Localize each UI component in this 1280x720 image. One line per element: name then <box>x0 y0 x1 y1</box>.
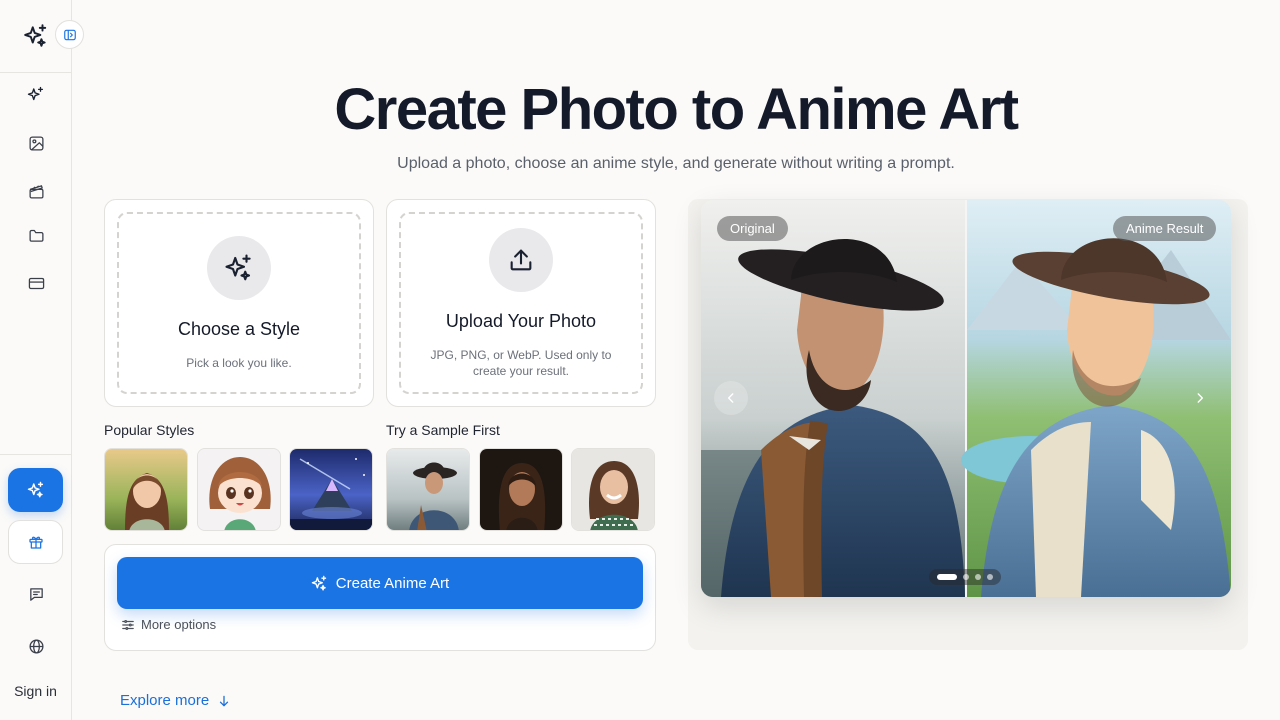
nav-language-icon[interactable] <box>24 634 48 658</box>
sidebar-create-button[interactable] <box>8 468 63 512</box>
upload-dropzone: Upload Your Photo JPG, PNG, or WebP. Use… <box>399 212 643 394</box>
sparkles-circle <box>207 236 271 300</box>
sidebar-gift-button[interactable] <box>8 520 63 564</box>
prev-slide-button[interactable] <box>714 381 748 415</box>
slide-dot[interactable] <box>987 574 993 580</box>
slide-dot[interactable] <box>963 574 969 580</box>
style-thumb-fantasy[interactable] <box>289 448 373 531</box>
more-options-toggle[interactable]: More options <box>121 617 216 632</box>
choose-style-title: Choose a Style <box>177 319 301 339</box>
upload-desc: JPG, PNG, or WebP. Used only to create y… <box>430 348 612 378</box>
more-options-label: More options <box>141 617 217 632</box>
sample-thumb-cowboy[interactable] <box>386 448 470 531</box>
nav-feedback-icon[interactable] <box>24 582 48 606</box>
action-card: Create Anime Art More options <box>104 544 656 651</box>
nav-video-icon[interactable] <box>24 179 48 203</box>
original-label: Original <box>717 216 788 241</box>
sparkles-icon <box>225 254 251 281</box>
upload-circle <box>489 228 553 292</box>
nav-billing-icon[interactable] <box>24 271 48 295</box>
sidebar-divider <box>0 454 71 455</box>
upload-title: Upload Your Photo <box>445 311 597 331</box>
style-thumb-chibi[interactable] <box>197 448 281 531</box>
style-thumb-realistic[interactable] <box>104 448 188 531</box>
choose-style-desc: Pick a look you like. <box>186 356 292 370</box>
arrow-down-icon <box>220 695 229 706</box>
preview-image <box>701 200 1231 597</box>
sample-thumb-portrait-dark[interactable] <box>479 448 563 531</box>
sliders-icon <box>122 619 134 630</box>
choose-style-card[interactable]: Choose a Style Pick a look you like. <box>104 199 374 407</box>
chevron-left-icon <box>727 393 734 403</box>
slide-indicator <box>929 569 1001 585</box>
sidebar-toggle-button[interactable] <box>55 20 84 49</box>
popular-styles-label: Popular Styles <box>104 422 195 438</box>
sidebar: Sign in <box>0 0 84 720</box>
slide-dot[interactable] <box>937 574 957 580</box>
create-anime-art-button[interactable]: Create Anime Art <box>117 557 643 609</box>
sidebar-panel-icon <box>63 29 76 40</box>
before-after-preview[interactable] <box>701 200 1231 597</box>
nav-folder-icon[interactable] <box>24 223 48 247</box>
samples-label: Try a Sample First <box>386 422 500 438</box>
page-subtitle: Upload a photo, choose an anime style, a… <box>397 155 955 172</box>
nav-create-icon[interactable] <box>24 83 48 107</box>
nav-image-icon[interactable] <box>24 131 48 155</box>
choose-style-dropzone: Choose a Style Pick a look you like. <box>117 212 361 394</box>
gift-icon <box>28 536 43 549</box>
sparkles-icon <box>311 575 326 591</box>
next-slide-button[interactable] <box>1183 381 1217 415</box>
sparkles-icon <box>27 481 43 498</box>
upload-icon <box>510 249 532 271</box>
explore-more-label: Explore more <box>120 692 210 709</box>
explore-more-link[interactable]: Explore more <box>120 692 231 709</box>
slide-dot[interactable] <box>975 574 981 580</box>
sign-in-link[interactable]: Sign in <box>0 683 71 699</box>
page-title: Create Photo to Anime Art <box>334 77 1019 142</box>
chevron-right-icon <box>1197 393 1204 403</box>
anime-result-label: Anime Result <box>1113 216 1217 241</box>
create-button-label: Create Anime Art <box>335 574 450 592</box>
upload-photo-card[interactable]: Upload Your Photo JPG, PNG, or WebP. Use… <box>386 199 656 407</box>
sample-thumb-portrait-smile[interactable] <box>571 448 655 531</box>
sparkles-logo-icon[interactable] <box>23 23 49 49</box>
